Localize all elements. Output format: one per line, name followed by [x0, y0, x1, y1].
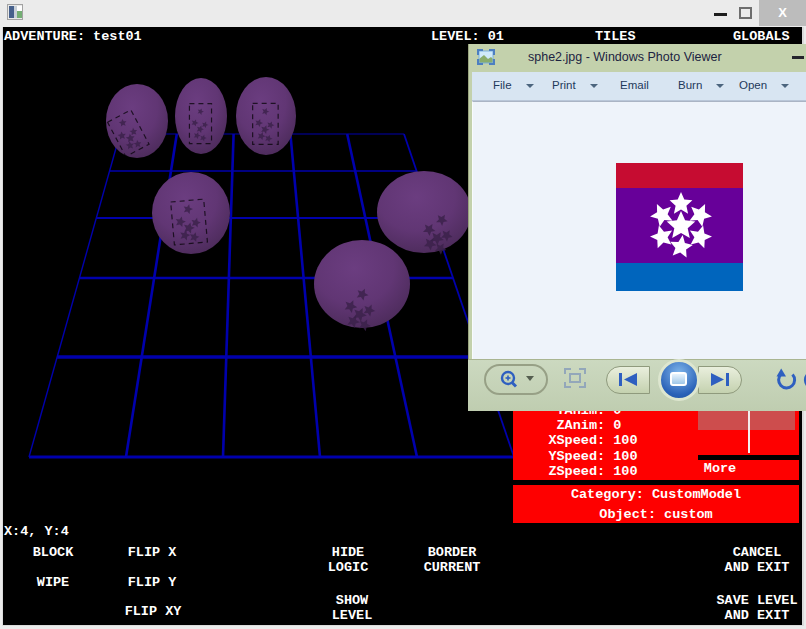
- photo-viewer-menubar: File Print Email Burn Open: [472, 72, 806, 101]
- flip-y-button[interactable]: FLIP Y: [128, 576, 177, 591]
- rotate-counterclockwise-button[interactable]: [774, 366, 800, 394]
- more-button[interactable]: More: [685, 462, 755, 477]
- zoom-control[interactable]: [484, 364, 548, 395]
- menu-print[interactable]: Print: [552, 79, 598, 91]
- show-level-button[interactable]: SHOW LEVEL: [332, 594, 373, 623]
- photo-viewer-content: [472, 101, 806, 359]
- photo-viewer-titlebar[interactable]: sphe2.jpg - Windows Photo Viewer: [468, 44, 806, 72]
- photo-viewer-minimize[interactable]: [792, 56, 804, 59]
- fit-to-window-button[interactable]: [564, 368, 586, 388]
- zanim-row: ZAnim: 0: [513, 419, 693, 434]
- wipe-button[interactable]: WIPE: [37, 576, 69, 591]
- photo-image: [616, 163, 743, 291]
- photo-viewer-title: sphe2.jpg - Windows Photo Viewer: [528, 50, 722, 64]
- save-level-and-exit-button[interactable]: SAVE LEVEL AND EXIT: [716, 594, 797, 623]
- cancel-and-exit-button[interactable]: CANCEL AND EXIT: [725, 546, 790, 575]
- panel-divider: [698, 455, 799, 460]
- hide-logic-button[interactable]: HIDE LOGIC: [328, 546, 369, 575]
- play-slideshow-button[interactable]: [658, 359, 700, 401]
- object-line: Object: custom: [513, 508, 799, 523]
- category-line: Category: CustomModel: [513, 488, 799, 503]
- minimize-button[interactable]: [714, 13, 727, 16]
- adventure-label: ADVENTURE: test01: [4, 30, 142, 45]
- menu-burn[interactable]: Burn: [678, 79, 724, 91]
- object-category-panel: Category: CustomModel Object: custom: [513, 485, 799, 523]
- maximize-button[interactable]: [739, 7, 752, 19]
- sphere-object[interactable]: [175, 78, 227, 154]
- cursor-coords: X:4, Y:4: [4, 525, 69, 540]
- sphere-object[interactable]: [152, 172, 230, 254]
- previous-button[interactable]: [606, 366, 650, 394]
- game-app-icon: [7, 4, 23, 20]
- rotate-clockwise-button[interactable]: [800, 366, 806, 394]
- menu-email[interactable]: Email: [620, 79, 649, 91]
- flip-xy-button[interactable]: FLIP XY: [125, 605, 182, 620]
- photo-viewer-window: sphe2.jpg - Windows Photo Viewer File Pri…: [468, 44, 806, 411]
- close-button[interactable]: X: [759, 0, 806, 26]
- slideshow-icon: [670, 372, 687, 386]
- level-label: LEVEL: 01: [431, 30, 504, 45]
- block-button[interactable]: BLOCK: [33, 546, 74, 561]
- sphere-object[interactable]: [236, 77, 296, 155]
- game-window-titlebar: X: [0, 0, 806, 27]
- photo-viewer-toolbar: [468, 359, 806, 411]
- globals-button[interactable]: GLOBALS: [733, 30, 790, 45]
- flip-x-button[interactable]: FLIP X: [128, 546, 177, 561]
- sphere-object[interactable]: [314, 240, 410, 332]
- zspeed-row: ZSpeed: 100: [513, 465, 693, 480]
- chevron-down-icon: [716, 84, 724, 88]
- tiles-button[interactable]: TILES: [595, 30, 636, 45]
- sphere-object[interactable]: [106, 84, 168, 158]
- chevron-down-icon: [526, 84, 534, 88]
- xspeed-row: XSpeed: 100: [513, 434, 693, 449]
- photo-viewer-icon: [477, 49, 495, 65]
- menu-file[interactable]: File: [493, 79, 534, 91]
- sphere-object[interactable]: [377, 171, 471, 256]
- border-current-button[interactable]: BORDER CURRENT: [424, 546, 481, 575]
- next-button[interactable]: [698, 366, 742, 394]
- menu-open[interactable]: Open: [739, 79, 789, 91]
- object-properties-panel: YAnim: 0ZAnim: 0XSpeed: 100YSpeed: 100ZS…: [513, 402, 799, 480]
- yspeed-row: YSpeed: 100: [513, 450, 693, 465]
- chevron-down-icon: [590, 84, 598, 88]
- chevron-down-icon: [781, 84, 789, 88]
